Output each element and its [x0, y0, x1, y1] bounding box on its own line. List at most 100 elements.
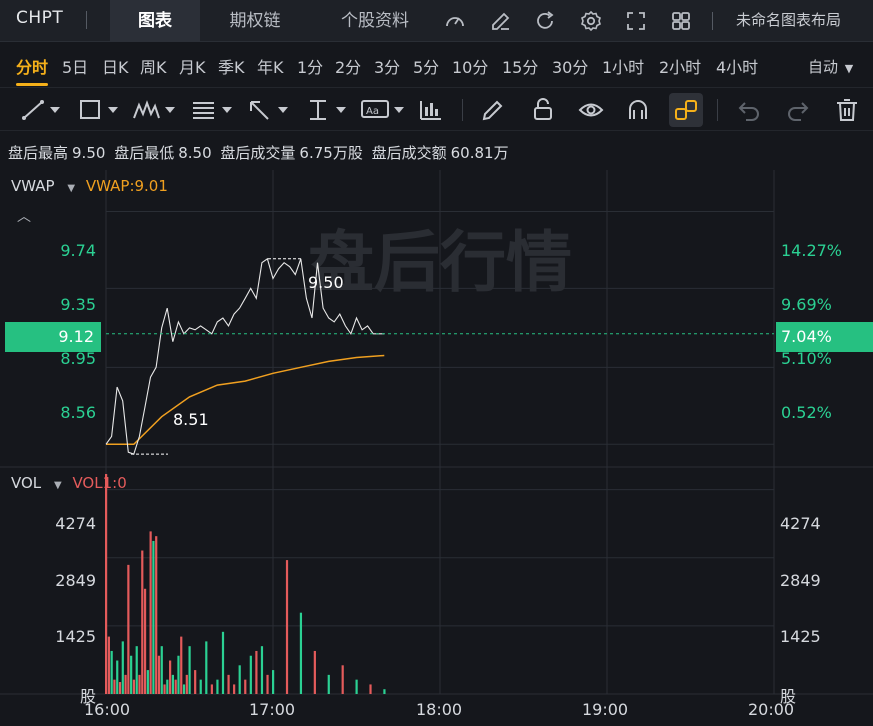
stat-label: 盘后最高 — [8, 144, 69, 162]
volume-bar — [272, 670, 275, 694]
text-icon[interactable]: Aa — [360, 97, 408, 123]
volume-bar — [266, 674, 269, 694]
lock-icon[interactable] — [530, 97, 556, 123]
stat-label: 盘后成交额 — [371, 144, 447, 162]
y-tick-right: 9.69% — [781, 295, 832, 314]
period-tab[interactable]: 1小时 — [602, 54, 644, 78]
gauge-icon[interactable] — [443, 9, 467, 33]
volume-bar — [149, 531, 152, 694]
x-tick: 19:00 — [582, 700, 629, 719]
trendline-icon[interactable] — [20, 97, 64, 123]
period-tab[interactable]: 4小时 — [716, 54, 758, 78]
indicator-value: VOL1:0 — [72, 474, 127, 492]
period-tab[interactable]: 5分 — [413, 54, 439, 78]
volume-bar — [124, 674, 127, 694]
redo-icon[interactable] — [785, 97, 811, 123]
link-icon[interactable] — [673, 97, 699, 123]
period-tab[interactable]: 1分 — [297, 54, 323, 78]
period-tab[interactable]: 2分 — [335, 54, 361, 78]
undo-icon[interactable] — [736, 97, 762, 123]
vol-tick-left: 股 — [79, 687, 96, 706]
period-tab[interactable]: 年K — [257, 54, 284, 78]
y-tick-right: 0.52% — [781, 403, 832, 422]
current-price-tag: 9.12 — [5, 322, 101, 352]
volume-bar — [216, 679, 219, 694]
fullscreen-icon[interactable] — [624, 9, 648, 33]
trash-icon[interactable] — [834, 97, 860, 123]
volume-bar — [188, 646, 191, 694]
current-pct-tag: 7.04% — [776, 322, 873, 352]
symbol-label[interactable]: CHPT — [16, 8, 63, 28]
volume-bar — [182, 684, 186, 694]
volume-bar — [185, 674, 188, 694]
tab-options-chain[interactable]: 期权链 — [210, 0, 300, 42]
period-tab[interactable]: 季K — [218, 54, 245, 78]
volume-bar — [355, 679, 358, 694]
volume-bar — [166, 679, 169, 694]
period-tab[interactable]: 分时 — [16, 54, 49, 86]
grid-layout-icon[interactable] — [669, 9, 693, 33]
period-tab[interactable]: 日K — [102, 54, 129, 78]
svg-text:Aa: Aa — [366, 106, 379, 117]
volume-bar — [227, 674, 230, 694]
x-tick: 18:00 — [416, 700, 463, 719]
top-bar: CHPT 图表 期权链 个股资料 未命名图表布局 — [0, 0, 873, 42]
volume-bar — [130, 655, 133, 694]
volume-bar — [107, 636, 110, 694]
pencil-icon[interactable] — [480, 97, 506, 123]
watermark: 盘后行情 — [308, 224, 572, 301]
auto-select[interactable]: 自动 ▼ — [808, 56, 853, 77]
period-tab[interactable]: 3分 — [374, 54, 400, 78]
divider — [462, 99, 463, 121]
period-tab[interactable]: 周K — [140, 54, 167, 78]
rectangle-icon[interactable] — [78, 97, 122, 123]
divider — [717, 99, 718, 121]
edit-icon[interactable] — [489, 9, 513, 33]
volume-bar — [132, 679, 136, 694]
volume-bar — [260, 646, 264, 694]
tab-stock-profile[interactable]: 个股资料 — [320, 0, 430, 42]
volume-bar — [121, 641, 124, 694]
x-tick: 16:00 — [84, 700, 131, 719]
chart-canvas[interactable]: 盘后行情 — [0, 170, 873, 726]
stat-value: 8.50 — [178, 144, 212, 162]
y-tick-left: 9.35 — [60, 295, 96, 314]
volume-bar — [244, 679, 247, 694]
refresh-icon[interactable] — [533, 9, 557, 33]
period-tab[interactable]: 5日 — [62, 54, 88, 78]
volume-bar — [180, 636, 183, 694]
tab-chart[interactable]: 图表 — [110, 0, 200, 42]
period-tab[interactable]: 10分 — [452, 54, 488, 78]
stat-value: 9.50 — [72, 144, 106, 162]
fib-icon[interactable] — [190, 97, 236, 123]
arrow-icon[interactable] — [246, 97, 292, 123]
chevron-down-icon: ▼ — [67, 183, 76, 194]
indicator-icon[interactable] — [418, 97, 444, 123]
volume-bar — [285, 560, 289, 694]
volume-bar — [210, 684, 213, 694]
volume-bar — [157, 655, 161, 694]
settings-icon[interactable] — [579, 9, 603, 33]
period-tab[interactable]: 15分 — [502, 54, 538, 78]
measure-icon[interactable] — [304, 97, 350, 123]
vol-legend[interactable]: VOL ▼ VOL1:0 — [11, 474, 127, 492]
volume-bar — [169, 660, 172, 694]
period-tab[interactable]: 2小时 — [659, 54, 701, 78]
period-tab[interactable]: 月K — [179, 54, 206, 78]
eye-icon[interactable] — [578, 97, 604, 123]
period-tab[interactable]: 30分 — [552, 54, 588, 78]
vwap-legend[interactable]: VWAP ▼ VWAP:9.01 — [11, 177, 168, 195]
volume-bar — [116, 660, 119, 694]
layout-name[interactable]: 未命名图表布局 — [736, 9, 841, 30]
stat-value: 60.81万 — [450, 144, 509, 162]
volume-bar — [221, 631, 225, 694]
pattern-icon[interactable] — [132, 97, 178, 123]
divider — [86, 11, 87, 29]
collapse-icon[interactable]: ︿ — [17, 206, 31, 226]
low-label: 8.51 — [173, 410, 209, 429]
magnet-icon[interactable] — [625, 97, 651, 123]
volume-bar — [313, 650, 316, 694]
vwap-line — [106, 354, 385, 446]
volume-bar — [155, 536, 158, 694]
volume-bar — [383, 689, 386, 694]
